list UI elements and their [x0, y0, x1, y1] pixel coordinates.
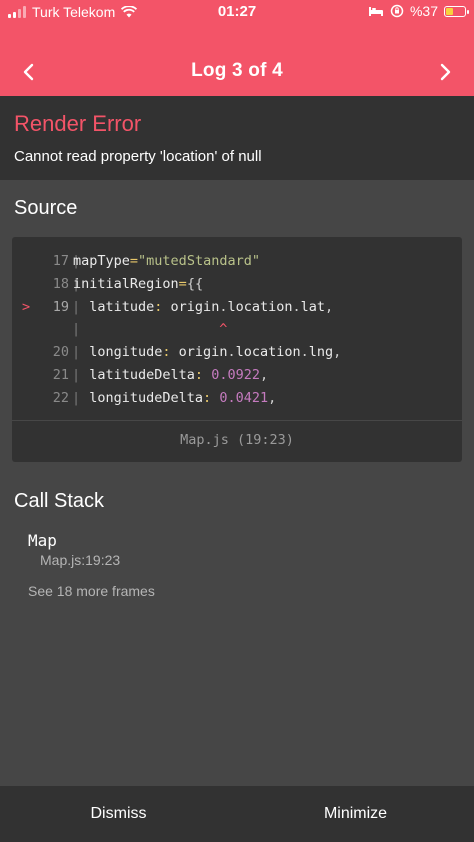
code-line: 20 | longitude: origin.location.lng,	[12, 341, 462, 364]
log-navigation: Log 3 of 4	[0, 44, 474, 96]
line-number: 17	[52, 253, 69, 269]
error-message: Cannot read property 'location' of null	[14, 148, 262, 165]
line-number: 18	[52, 275, 69, 292]
see-more-frames-link[interactable]: See 18 more frames	[28, 583, 155, 599]
code-frame: 17 | mapType="mutedStandard" 18 | initialRegi…	[12, 237, 462, 462]
code-line: | ^	[12, 318, 462, 341]
code-divider	[12, 420, 462, 421]
bed-icon	[368, 7, 383, 16]
code-text: ^	[73, 321, 228, 338]
minimize-button[interactable]: Minimize	[237, 786, 474, 842]
source-heading: Source	[14, 197, 78, 219]
battery-percent: %37	[409, 3, 438, 19]
error-banner: Render Error Cannot read property 'locat…	[0, 96, 474, 180]
code-text: longitudeDelta: 0.0421,	[73, 389, 277, 406]
code-text: latitudeDelta: 0.0922,	[73, 366, 269, 383]
footer-bar: Dismiss Minimize	[0, 786, 474, 842]
stack-frame-location[interactable]: Map.js:19:23	[40, 552, 120, 568]
code-line: 21 | latitudeDelta: 0.0922,	[12, 364, 462, 387]
code-line: 18 | initialRegion={{	[12, 273, 462, 296]
error-title: Render Error	[14, 111, 142, 136]
code-text: mapType="mutedStandard"	[73, 253, 260, 269]
error-line-marker: >	[22, 298, 31, 315]
code-line: 17 | mapType="mutedStandard"	[12, 250, 462, 273]
call-stack-heading: Call Stack	[14, 490, 105, 512]
rotation-lock-icon	[390, 4, 404, 18]
header-bar: Turk Telekom 01:27 %37 Log 3 of 4	[0, 0, 474, 96]
line-number: 21	[52, 366, 69, 383]
line-number: 19	[52, 298, 69, 315]
stack-frame-name[interactable]: Map	[28, 531, 57, 550]
chevron-right-icon	[440, 63, 451, 81]
line-number: 22	[52, 389, 69, 406]
code-text: latitude: origin.location.lat,	[73, 298, 334, 315]
code-line: 22 | longitudeDelta: 0.0421,	[12, 387, 462, 410]
status-bar: Turk Telekom 01:27 %37	[0, 0, 474, 24]
code-text: initialRegion={{	[73, 275, 204, 292]
log-title: Log 3 of 4	[191, 60, 283, 81]
battery-icon	[444, 5, 469, 17]
source-file-location[interactable]: Map.js (19:23)	[12, 432, 462, 448]
code-text: longitude: origin.location.lng,	[73, 344, 342, 361]
code-line: >19 | latitude: origin.location.lat,	[12, 296, 462, 319]
code-lines: 17 | mapType="mutedStandard" 18 | initialRegi…	[12, 250, 462, 410]
line-number: 20	[52, 344, 69, 361]
next-log-button[interactable]	[434, 60, 458, 84]
dismiss-button[interactable]: Dismiss	[0, 786, 237, 842]
